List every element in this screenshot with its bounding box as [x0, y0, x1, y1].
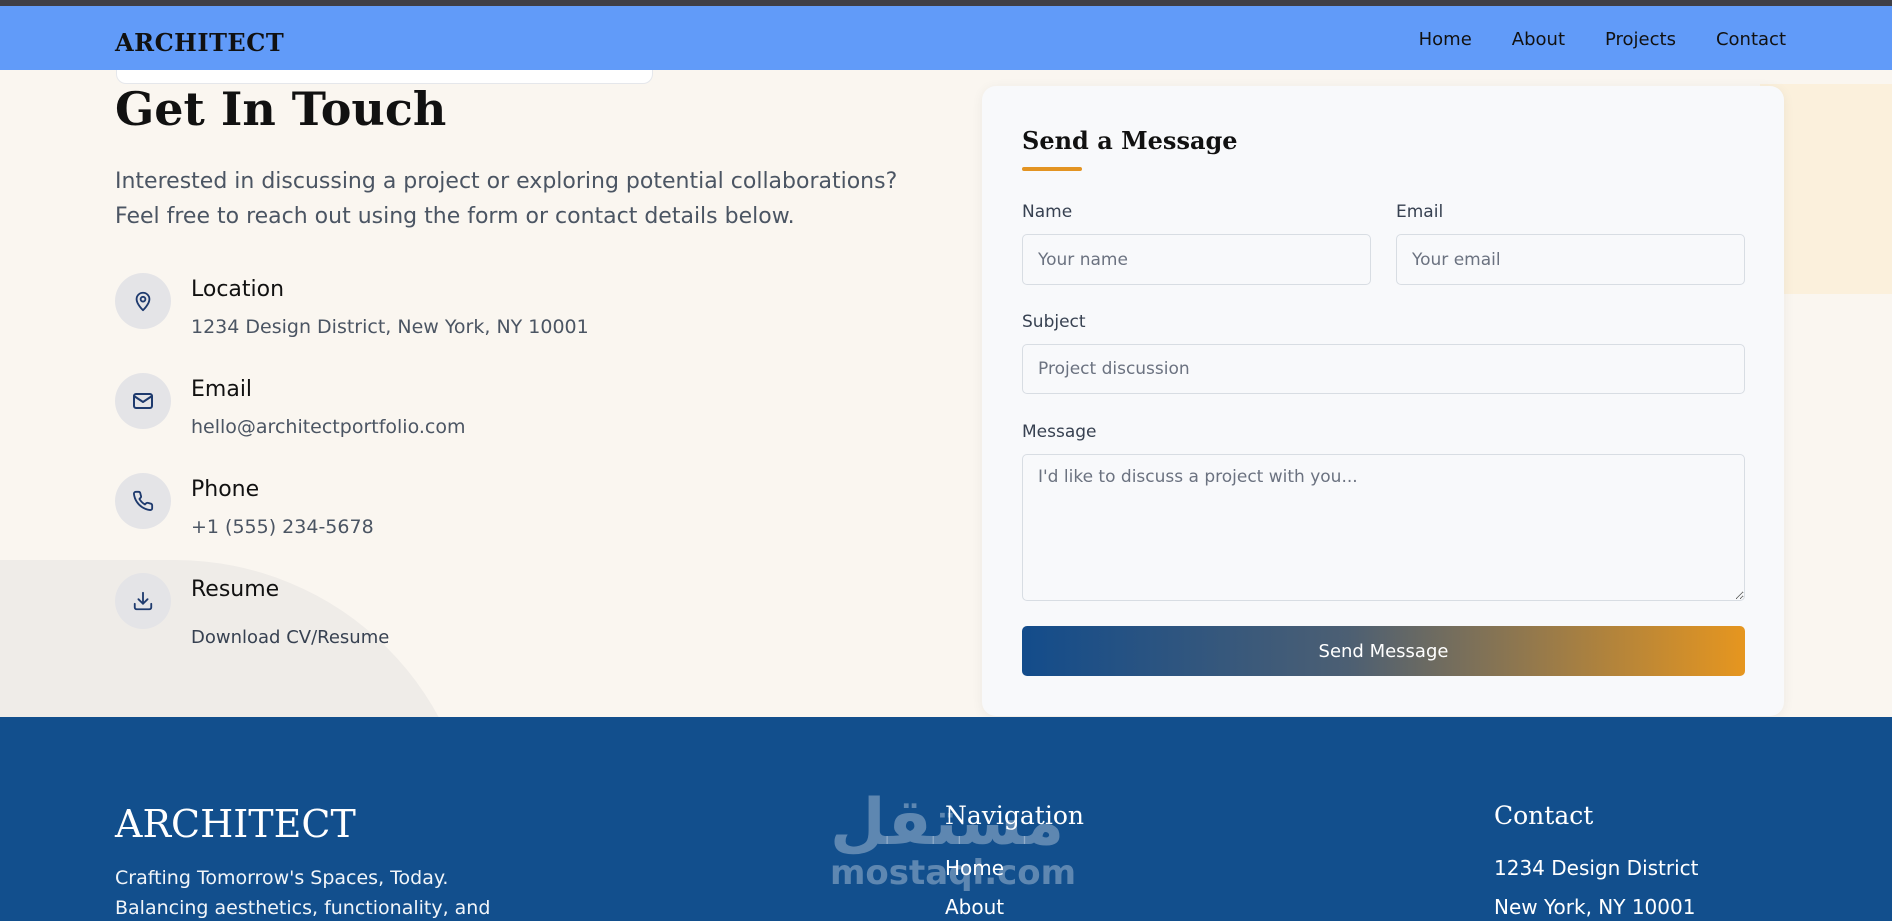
section-intro: Interested in discussing a project or ex… — [115, 169, 898, 229]
navbar: ARCHITECT Home About Projects Contact — [0, 6, 1892, 70]
email-input[interactable] — [1396, 234, 1745, 285]
form-title-underline — [1022, 167, 1082, 171]
contact-item-text[interactable]: +1 (555) 234-5678 — [191, 516, 374, 538]
download-icon — [115, 573, 171, 629]
mail-icon — [115, 373, 171, 429]
footer-navigation-heading: Navigation — [945, 801, 1085, 830]
nav-link-about[interactable]: About — [1512, 29, 1565, 50]
subject-label: Subject — [1022, 312, 1086, 332]
footer-contact-city: New York, NY 10001 — [1494, 895, 1696, 919]
footer-link-home[interactable]: Home — [945, 856, 1004, 880]
send-message-button[interactable]: Send Message — [1022, 626, 1745, 676]
footer-link-about[interactable]: About — [945, 895, 1004, 919]
download-resume-link[interactable]: Download CV/Resume — [191, 627, 389, 648]
message-label: Message — [1022, 422, 1097, 442]
footer-contact-address: 1234 Design District — [1494, 856, 1699, 880]
contact-item-text: 1234 Design District, New York, NY 10001 — [191, 316, 589, 338]
footer-contact-heading: Contact — [1494, 801, 1594, 830]
name-label: Name — [1022, 202, 1073, 222]
nav-links: Home About Projects Contact — [1419, 29, 1786, 50]
map-pin-icon — [115, 273, 171, 329]
contact-item-title: Email — [191, 377, 253, 402]
nav-link-home[interactable]: Home — [1419, 29, 1472, 50]
site-logo[interactable]: ARCHITECT — [115, 28, 284, 57]
section-heading: Get In Touch — [115, 82, 447, 136]
nav-link-contact[interactable]: Contact — [1716, 29, 1786, 50]
subject-input[interactable] — [1022, 344, 1745, 394]
contact-item-title: Location — [191, 277, 285, 302]
contact-item-title: Phone — [191, 477, 260, 502]
message-textarea[interactable] — [1022, 454, 1745, 601]
name-input[interactable] — [1022, 234, 1371, 285]
site-footer: ARCHITECT Crafting Tomorrow's Spaces, To… — [0, 717, 1892, 921]
contact-item-text[interactable]: hello@architectportfolio.com — [191, 416, 465, 438]
phone-icon — [115, 473, 171, 529]
contact-item-title: Resume — [191, 577, 280, 602]
email-label: Email — [1396, 202, 1444, 222]
footer-logo[interactable]: ARCHITECT — [115, 802, 356, 846]
form-title: Send a Message — [1022, 126, 1238, 155]
footer-tagline: Crafting Tomorrow's Spaces, Today. Balan… — [115, 867, 491, 919]
contact-form: Send a Message Name Email Subject Messag… — [982, 86, 1784, 716]
nav-link-projects[interactable]: Projects — [1605, 29, 1676, 50]
